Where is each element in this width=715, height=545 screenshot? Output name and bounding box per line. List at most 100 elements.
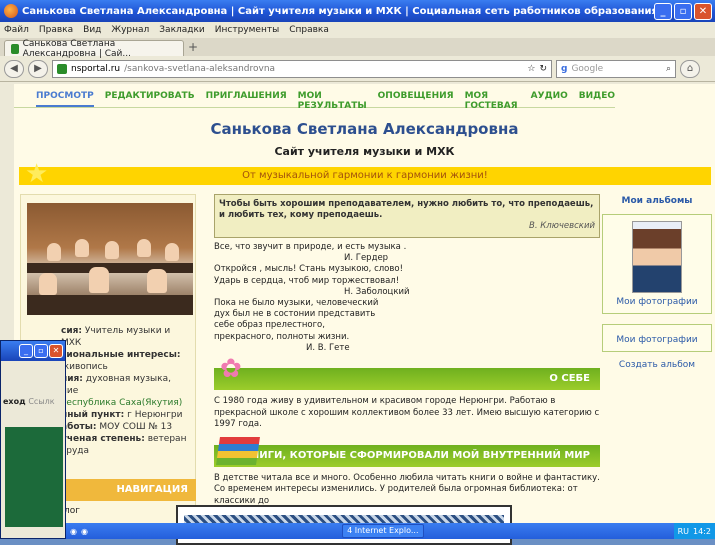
bg-green-panel — [5, 427, 63, 527]
bg-toolbar: еход Ссылк — [1, 361, 65, 406]
albums-column: Мои альбомы Мои фотографии Мои фотографи… — [602, 194, 712, 370]
poem-line: Все, что звучит в природе, и есть музыка… — [214, 242, 407, 252]
back-button[interactable]: ◀ — [4, 59, 24, 78]
class-photo — [27, 203, 193, 315]
site-identity-icon — [57, 63, 67, 74]
profile-row: Республика Саха(Якутия) — [61, 398, 183, 408]
site-nav: ПРОСМОТР РЕДАКТИРОВАТЬ ПРИГЛАШЕНИЯ МОИ Р… — [14, 84, 615, 111]
tab-label: Санькова Светлана Александровна | Сай... — [22, 38, 131, 59]
main-column: Чтобы быть хорошим преподавателем, нужно… — [214, 194, 600, 507]
new-tab-button[interactable]: + — [188, 40, 198, 56]
bg-link-links[interactable]: Ссылк — [28, 397, 54, 406]
nav-results[interactable]: МОИ РЕЗУЛЬТАТЫ — [298, 91, 367, 111]
profile-row: сия: Учитель музыки и МХК — [61, 326, 171, 348]
motto-banner: ★ От музыкальной гармонии к гармонии жиз… — [19, 161, 711, 187]
bg-minimize-button[interactable]: _ — [19, 344, 33, 358]
nav-notifications[interactable]: ОПОВЕЩЕНИЯ — [378, 91, 454, 107]
browser-tab[interactable]: Санькова Светлана Александровна | Сай... — [4, 38, 184, 59]
minimize-button[interactable]: _ — [654, 2, 672, 20]
language-indicator[interactable]: RU — [678, 527, 689, 536]
firefox-icon — [4, 4, 18, 18]
menu-view[interactable]: Вид — [83, 25, 101, 35]
system-tray: RU 14:2 — [673, 523, 715, 539]
album-card-2[interactable]: Мои фотографии — [602, 324, 712, 352]
poem-line: И. Гердер — [344, 253, 389, 264]
favicon-icon — [11, 43, 19, 54]
menu-help[interactable]: Справка — [289, 25, 329, 35]
profile-row: ние — [61, 386, 79, 396]
close-button[interactable]: ✕ — [694, 2, 712, 20]
nav-video[interactable]: ВИДЕО — [579, 91, 615, 107]
quote-text: Чтобы быть хорошим преподавателем, нужно… — [219, 199, 594, 220]
taskbar-ie-group[interactable]: 4 Internet Explo... — [342, 524, 424, 538]
search-placeholder: Google — [571, 63, 604, 74]
books-text: В детстве читала все и много. Особенно л… — [214, 472, 600, 506]
about-text: С 1980 года живу в удивительном и красив… — [214, 396, 600, 430]
address-bar[interactable]: nsportal.ru/sankova-svetlana-aleksandrov… — [52, 59, 552, 78]
profile-row: ученая степень: ветеран труда — [61, 434, 187, 456]
profile-row: живопись — [61, 362, 108, 372]
navigation-bar: ◀ ▶ nsportal.ru/sankova-svetlana-aleksan… — [0, 56, 715, 82]
books-heading: КНИГИ, КОТОРЫЕ СФОРМИРОВАЛИ МОЙ ВНУТРЕНН… — [214, 436, 600, 467]
google-icon: g — [561, 63, 568, 74]
profile-row: ния: духовная музыка, — [61, 374, 171, 384]
menu-bookmarks[interactable]: Закладки — [159, 25, 205, 35]
photos-link[interactable]: Мои фотографии — [607, 297, 707, 307]
album-card[interactable]: Мои фотографии — [602, 214, 712, 314]
nav-guestbook[interactable]: МОЯ ГОСТЕВАЯ — [465, 91, 520, 111]
site-owner-name: Санькова Светлана Александровна — [210, 120, 519, 138]
create-album-link[interactable]: Создать альбом — [602, 360, 712, 370]
window-title: Санькова Светлана Александровна | Сайт у… — [22, 5, 654, 17]
profile-row: сиональные интересы: — [61, 350, 181, 360]
site-subtitle: Сайт учителя музыки и МХК — [274, 145, 455, 158]
poem-line: Н. Заболоцкий — [344, 286, 410, 297]
quote-box: Чтобы быть хорошим преподавателем, нужно… — [214, 194, 600, 238]
bookmark-star-icon[interactable]: ☆ — [527, 64, 535, 74]
portrait-photo[interactable] — [632, 221, 682, 293]
menu-edit[interactable]: Правка — [39, 25, 73, 35]
tab-strip: Санькова Светлана Александровна | Сай...… — [0, 38, 715, 59]
poem-line: себе образ прелестного, — [214, 320, 325, 331]
menu-history[interactable]: Журнал — [111, 25, 149, 35]
poem-block: Все, что звучит в природе, и есть музыка… — [214, 242, 600, 354]
taskbar-app-icon[interactable]: ◉ — [81, 527, 88, 536]
firefox-window: Санькова Светлана Александровна | Сайт у… — [0, 0, 715, 539]
forward-button[interactable]: ▶ — [28, 59, 48, 78]
home-button[interactable]: ⌂ — [680, 59, 700, 78]
nav-view[interactable]: ПРОСМОТР — [36, 91, 94, 107]
url-path: /sankova-svetlana-aleksandrovna — [124, 63, 276, 74]
taskbar: ◉ ◉ 4 Internet Explo... RU 14:2 — [66, 523, 715, 539]
menu-file[interactable]: Файл — [4, 25, 29, 35]
page-content: ПРОСМОТР РЕДАКТИРОВАТЬ ПРИГЛАШЕНИЯ МОИ Р… — [14, 84, 715, 539]
poem-line: дух был не в состонии представить — [214, 309, 376, 320]
bg-close-button[interactable]: ✕ — [49, 344, 63, 358]
albums-title[interactable]: Мои альбомы — [602, 196, 712, 206]
nav-edit[interactable]: РЕДАКТИРОВАТЬ — [105, 91, 195, 107]
poem-line: Откройся , мысль! Стань музыкою, слово! — [214, 264, 403, 275]
poem-line: Пока не было музыки, человеческий — [214, 298, 379, 309]
maximize-button[interactable]: ▫ — [674, 2, 692, 20]
search-icon[interactable]: ⌕ — [666, 64, 671, 74]
background-window-titlebar: _ ▫ ✕ — [1, 341, 65, 361]
nav-audio[interactable]: АУДИО — [531, 91, 568, 107]
reload-icon[interactable]: ↻ — [539, 64, 547, 74]
flower-icon: ✿ — [220, 354, 242, 385]
search-box[interactable]: g Google ⌕ — [556, 59, 676, 78]
nav-invites[interactable]: ПРИГЛАШЕНИЯ — [206, 91, 287, 107]
taskbar-app-icon[interactable]: ◉ — [70, 527, 77, 536]
star-icon: ★ — [25, 159, 49, 189]
title-bar: Санькова Светлана Александровна | Сайт у… — [0, 0, 715, 22]
bg-maximize-button[interactable]: ▫ — [34, 344, 48, 358]
navigation-item[interactable]: лог — [64, 506, 80, 516]
tray-clock: 14:2 — [693, 526, 711, 536]
quote-author: В. Ключевский — [529, 221, 595, 231]
books-icon — [216, 436, 260, 465]
menu-bar: Файл Правка Вид Журнал Закладки Инструме… — [0, 22, 715, 38]
bg-link-go[interactable]: еход — [3, 397, 26, 406]
poem-line: И. В. Гете — [306, 342, 350, 353]
background-window: _ ▫ ✕ еход Ссылк — [0, 340, 66, 539]
profile-row: аботы: МОУ СОШ № 13 — [61, 422, 173, 432]
menu-tools[interactable]: Инструменты — [215, 25, 279, 35]
url-domain: nsportal.ru — [71, 63, 121, 74]
photos-link-2[interactable]: Мои фотографии — [607, 335, 707, 345]
